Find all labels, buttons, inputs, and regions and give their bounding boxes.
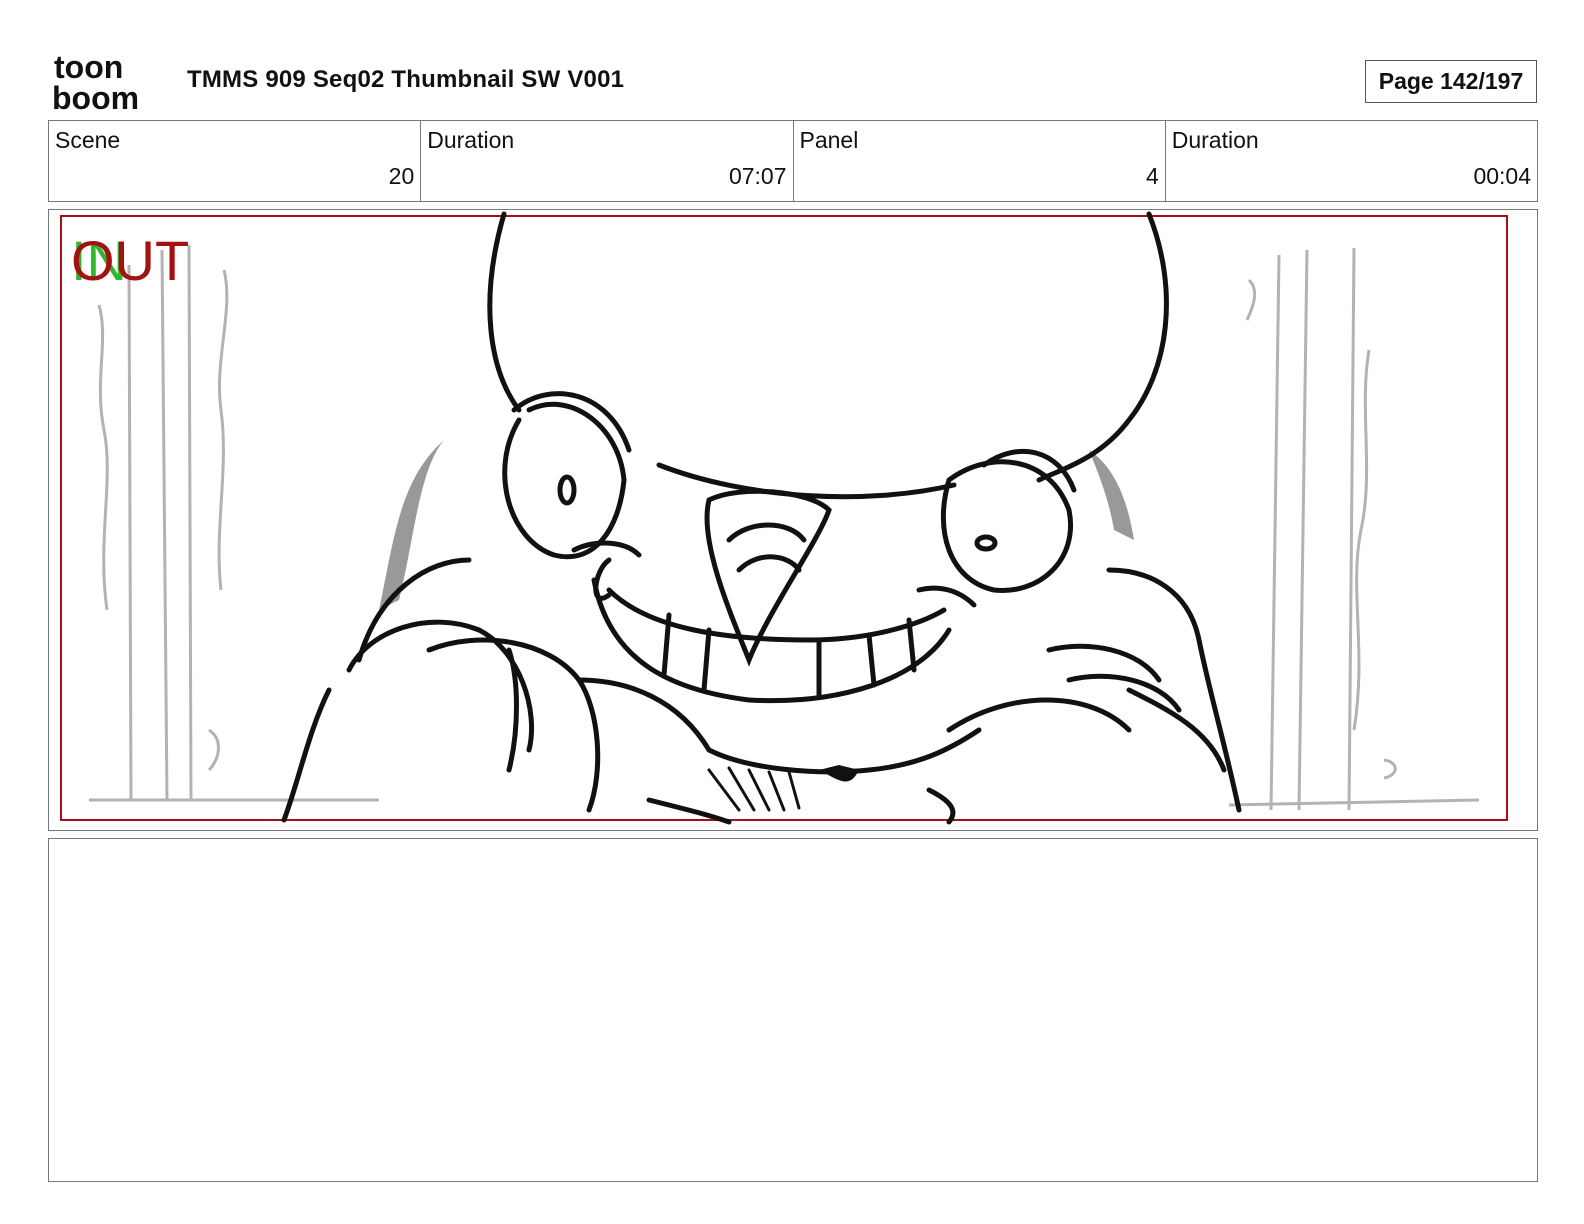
panel-cell: Panel 4 bbox=[794, 121, 1166, 201]
panel-notes-area bbox=[48, 838, 1538, 1182]
toon-boom-logo: toon boom bbox=[52, 50, 139, 112]
panel-label: Panel bbox=[799, 127, 859, 153]
panel-duration-cell: Duration 00:04 bbox=[1166, 121, 1537, 201]
storyboard-panel: IN OUT bbox=[48, 209, 1538, 831]
panel-duration-label: Duration bbox=[1171, 127, 1259, 153]
scene-cell: Scene 20 bbox=[49, 121, 422, 201]
logo-line2: boom bbox=[52, 80, 139, 112]
panel-duration-value: 00:04 bbox=[1473, 163, 1531, 189]
character-sketch bbox=[281, 211, 1242, 825]
out-marker: OUT bbox=[71, 229, 190, 292]
curtain-right bbox=[1228, 247, 1480, 811]
in-out-marker: IN OUT bbox=[71, 228, 191, 292]
scene-label: Scene bbox=[55, 127, 121, 153]
document-title: TMMS 909 Seq02 Thumbnail SW V001 bbox=[187, 66, 625, 93]
scene-duration-value: 07:07 bbox=[728, 163, 787, 189]
panel-sketch bbox=[60, 211, 1508, 825]
shade-right bbox=[1089, 450, 1134, 540]
panel-value: 4 bbox=[1145, 163, 1159, 189]
shade-left bbox=[379, 440, 444, 610]
panel-info-table: Scene 20 Duration 07:07 Panel 4 Duration… bbox=[48, 120, 1538, 202]
scene-duration-cell: Duration 07:07 bbox=[421, 121, 794, 201]
scene-duration-label: Duration bbox=[427, 127, 515, 153]
curtain-left bbox=[89, 244, 379, 802]
safe-frame bbox=[60, 215, 1508, 821]
page-indicator: Page 142/197 bbox=[1365, 60, 1537, 103]
scene-value: 20 bbox=[388, 163, 415, 189]
